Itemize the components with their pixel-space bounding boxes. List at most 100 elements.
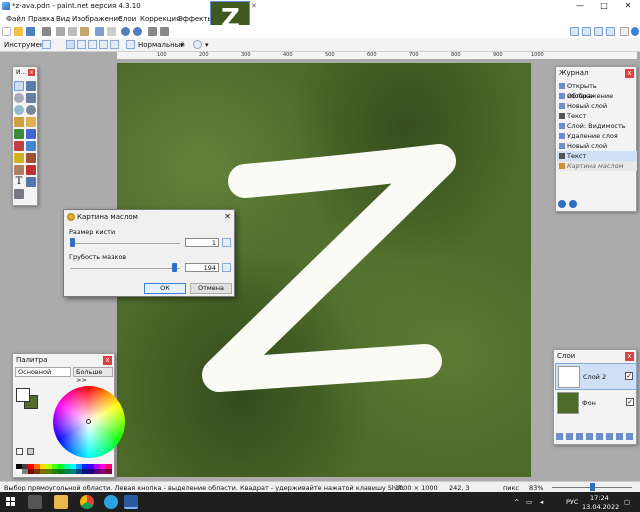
selection-replace-icon[interactable]	[66, 40, 75, 49]
cut-icon[interactable]	[56, 27, 65, 36]
rectangle-select-tool-icon[interactable]	[42, 40, 51, 49]
gradient-tool-icon[interactable]	[26, 129, 36, 139]
paste-icon[interactable]	[80, 27, 89, 36]
menu-view[interactable]: Вид	[56, 15, 70, 23]
dialog-close-button[interactable]: ✕	[224, 212, 231, 221]
layers-panel-toggle-icon[interactable]	[594, 27, 603, 36]
magic-wand-tool-icon[interactable]	[14, 117, 24, 127]
selection-exclude-icon[interactable]	[88, 40, 97, 49]
telegram-icon[interactable]	[104, 495, 118, 509]
history-item[interactable]: Слой: Видимость	[557, 121, 637, 131]
colors-panel-toggle-icon[interactable]	[606, 27, 615, 36]
undo-icon[interactable]	[121, 27, 130, 36]
history-item[interactable]: Облака	[557, 91, 637, 101]
volume-icon[interactable]: ◂	[540, 498, 543, 506]
coarseness-slider[interactable]	[171, 263, 177, 272]
history-item[interactable]: Новый слой	[557, 101, 637, 111]
print-icon[interactable]	[42, 27, 51, 36]
cancel-button[interactable]: Отмена	[190, 283, 232, 294]
ok-button[interactable]: ОК	[144, 283, 186, 294]
chrome-icon[interactable]	[80, 495, 94, 509]
paintnet-taskbar-icon[interactable]	[124, 495, 138, 509]
reset-colors-icon[interactable]	[16, 448, 23, 455]
layer-row[interactable]: Фон ✓	[555, 390, 637, 417]
clock-time[interactable]: 17:24	[590, 494, 609, 502]
units-selector[interactable]: пикс	[503, 484, 519, 492]
zoom-tool-icon[interactable]	[26, 105, 36, 115]
history-item[interactable]: Текст	[557, 111, 637, 121]
layer-properties-icon[interactable]	[616, 433, 623, 440]
redo-icon[interactable]	[133, 27, 142, 36]
close-document-icon[interactable]: ✕	[251, 2, 257, 10]
antialiasing-chevron-icon[interactable]: ▾	[205, 41, 209, 49]
selection-intersect-icon[interactable]	[99, 40, 108, 49]
menu-edit[interactable]: Правка	[28, 15, 55, 23]
copy-icon[interactable]	[68, 27, 77, 36]
selection-union-icon[interactable]	[77, 40, 86, 49]
eraser-tool-icon[interactable]	[26, 141, 36, 151]
notifications-icon[interactable]: ▢	[624, 498, 630, 506]
tray-chevron-icon[interactable]: ^	[514, 498, 519, 506]
zoom-level[interactable]: 83%	[529, 484, 543, 492]
history-item-selected[interactable]: Текст	[557, 151, 637, 161]
deselect-icon[interactable]	[107, 27, 116, 36]
text-tool-icon[interactable]: T	[14, 177, 24, 187]
zoom-slider-thumb[interactable]	[590, 483, 595, 491]
rectangle-select-tool-icon[interactable]	[14, 81, 24, 91]
swatch[interactable]	[106, 469, 112, 474]
menu-image[interactable]: Изображение	[72, 15, 122, 23]
line-curve-tool-icon[interactable]	[26, 177, 36, 187]
language-indicator[interactable]: РУС	[566, 498, 578, 506]
menu-adjustments[interactable]: Коррекция	[140, 15, 180, 23]
duplicate-layer-icon[interactable]	[576, 433, 583, 440]
clone-stamp-tool-icon[interactable]	[14, 165, 24, 175]
palette-panel-close-button[interactable]: x	[103, 356, 112, 365]
menu-file[interactable]: Файл	[6, 15, 25, 23]
grid-icon[interactable]	[148, 27, 157, 36]
new-file-icon[interactable]	[2, 27, 11, 36]
move-layer-down-icon[interactable]	[606, 433, 613, 440]
tools-panel-toggle-icon[interactable]	[570, 27, 579, 36]
paintbrush-tool-icon[interactable]	[14, 141, 24, 151]
brush-size-slider[interactable]	[70, 238, 75, 247]
tools-panel-close-button[interactable]: x	[28, 69, 35, 76]
network-icon[interactable]: ▭	[526, 498, 532, 506]
history-item[interactable]: Новый слой	[557, 141, 637, 151]
blend-mode-dropdown[interactable]: Нормальный	[138, 41, 185, 49]
layer-settings-icon[interactable]	[626, 433, 633, 440]
move-selected-tool-icon[interactable]	[26, 81, 36, 91]
move-selection-tool-icon[interactable]	[26, 93, 36, 103]
color-wheel[interactable]	[53, 386, 125, 458]
antialiasing-icon[interactable]	[193, 40, 202, 49]
chevron-down-icon[interactable]: ▾	[180, 41, 184, 49]
blend-mode-icon[interactable]	[126, 40, 135, 49]
menu-effects[interactable]: Эффекты	[178, 15, 213, 23]
selection-invert-icon[interactable]	[110, 40, 119, 49]
swap-colors-icon[interactable]	[27, 448, 34, 455]
crop-to-selection-icon[interactable]	[95, 27, 104, 36]
undo-history-icon[interactable]	[558, 200, 566, 208]
paint-bucket-tool-icon[interactable]	[14, 129, 24, 139]
history-item[interactable]: Удаление слоя	[557, 131, 637, 141]
windows-start-icon[interactable]	[6, 497, 16, 507]
merge-layer-icon[interactable]	[586, 433, 593, 440]
add-layer-icon[interactable]	[556, 433, 563, 440]
task-view-icon[interactable]	[28, 495, 42, 509]
clock-date[interactable]: 13.04.2022	[582, 503, 619, 511]
maximize-button[interactable]: □	[592, 0, 616, 12]
history-item-pending[interactable]: Картина маслом	[557, 161, 637, 171]
save-icon[interactable]	[26, 27, 35, 36]
file-explorer-icon[interactable]	[54, 495, 68, 509]
minimize-button[interactable]: —	[568, 0, 592, 12]
layer-visibility-checkbox[interactable]: ✓	[626, 398, 634, 406]
lasso-select-tool-icon[interactable]	[14, 93, 24, 103]
rulers-icon[interactable]	[160, 27, 169, 36]
ellipse-select-tool-icon[interactable]	[14, 105, 24, 115]
brush-size-reset-icon[interactable]	[222, 238, 231, 247]
history-item[interactable]: Открыть изображение	[557, 81, 637, 100]
pencil-tool-icon[interactable]	[14, 153, 24, 163]
move-layer-up-icon[interactable]	[596, 433, 603, 440]
help-icon[interactable]	[631, 27, 639, 36]
primary-color-swatch[interactable]	[16, 388, 30, 402]
palette-more-button[interactable]: Больше >>	[73, 367, 113, 384]
